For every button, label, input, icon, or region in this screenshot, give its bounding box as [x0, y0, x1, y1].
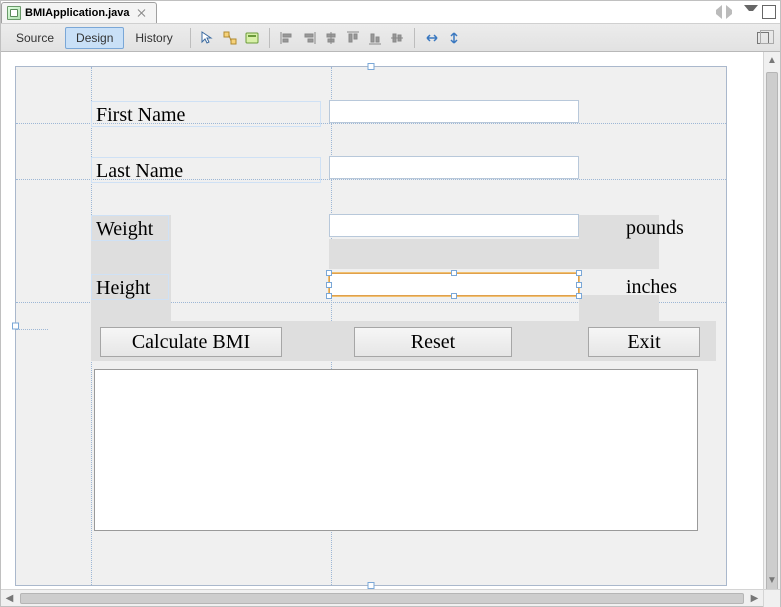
calculate-bmi-button[interactable]: Calculate BMI	[100, 327, 282, 357]
design-toolbar: Source Design History	[1, 23, 780, 52]
tab-prev-icon[interactable]	[708, 5, 722, 19]
selection-handle-icon[interactable]	[576, 282, 582, 288]
row-highlight	[329, 239, 579, 269]
first-name-label: First Name	[91, 101, 321, 127]
last-name-input[interactable]	[329, 156, 579, 179]
tabbar-nav	[708, 1, 780, 22]
scroll-down-icon[interactable]: ▼	[764, 572, 780, 589]
scrollbar-thumb[interactable]	[766, 72, 778, 592]
selection-handle-icon[interactable]	[326, 293, 332, 299]
height-unit-label: inches	[626, 274, 677, 300]
selection-handle-icon[interactable]	[576, 270, 582, 276]
scrollbar-corner	[763, 590, 780, 607]
guide-horizontal	[16, 329, 48, 330]
resize-horizontal-icon[interactable]	[422, 28, 442, 48]
selection-handle-icon[interactable]	[451, 293, 457, 299]
selection-handle-icon[interactable]	[326, 282, 332, 288]
panel-resize-handle-icon[interactable]	[368, 63, 375, 70]
reset-button[interactable]: Reset	[354, 327, 512, 357]
toolbar-separator	[414, 28, 415, 48]
panel-resize-handle-icon[interactable]	[368, 582, 375, 589]
align-top-icon[interactable]	[343, 28, 363, 48]
selection-mode-icon[interactable]	[198, 28, 218, 48]
vertical-scrollbar[interactable]: ▲ ▼	[763, 52, 780, 589]
toolbar-overflow-icon[interactable]	[753, 28, 773, 48]
exit-button[interactable]: Exit	[588, 327, 700, 357]
file-tab[interactable]: BMIApplication.java	[1, 2, 157, 23]
scroll-right-icon[interactable]: ▶	[746, 590, 763, 607]
height-input[interactable]	[329, 273, 579, 296]
view-history-tab[interactable]: History	[124, 27, 183, 49]
weight-unit-label: pounds	[626, 215, 684, 241]
panel-resize-handle-icon[interactable]	[12, 323, 19, 330]
scroll-up-icon[interactable]: ▲	[764, 52, 780, 69]
align-center-v-icon[interactable]	[387, 28, 407, 48]
editor-tabbar: BMIApplication.java	[1, 1, 780, 23]
align-left-icon[interactable]	[277, 28, 297, 48]
toolbar-separator	[269, 28, 270, 48]
weight-input[interactable]	[329, 214, 579, 237]
horizontal-scrollbar[interactable]: ◀ ▶	[1, 589, 780, 606]
output-textarea[interactable]	[94, 369, 698, 531]
file-tab-label: BMIApplication.java	[25, 7, 130, 19]
selection-handle-icon[interactable]	[451, 270, 457, 276]
scroll-left-icon[interactable]: ◀	[1, 590, 18, 607]
preview-design-icon[interactable]	[242, 28, 262, 48]
tab-next-icon[interactable]	[726, 5, 740, 19]
row-highlight	[171, 215, 329, 269]
jframe-panel[interactable]: First Name Last Name Weight pounds Heigh…	[15, 66, 727, 586]
weight-label: Weight	[91, 215, 169, 241]
tab-menu-icon[interactable]	[744, 5, 758, 19]
toolbar-separator	[190, 28, 191, 48]
selection-handle-icon[interactable]	[576, 293, 582, 299]
resize-vertical-icon[interactable]	[444, 28, 464, 48]
maximize-editor-icon[interactable]	[762, 5, 776, 19]
ide-window: BMIApplication.java Source Design Histor…	[0, 0, 781, 607]
first-name-input[interactable]	[329, 100, 579, 123]
align-center-h-icon[interactable]	[321, 28, 341, 48]
view-design-tab[interactable]: Design	[65, 27, 124, 49]
design-canvas[interactable]: First Name Last Name Weight pounds Heigh…	[1, 52, 763, 589]
height-label: Height	[91, 274, 169, 300]
last-name-label: Last Name	[91, 157, 321, 183]
java-file-icon	[7, 6, 21, 20]
view-source-tab[interactable]: Source	[5, 27, 65, 49]
align-bottom-icon[interactable]	[365, 28, 385, 48]
design-editor: First Name Last Name Weight pounds Heigh…	[1, 52, 780, 589]
selection-handle-icon[interactable]	[326, 270, 332, 276]
scrollbar-thumb[interactable]	[20, 593, 744, 604]
align-right-icon[interactable]	[299, 28, 319, 48]
connection-mode-icon[interactable]	[220, 28, 240, 48]
close-tab-icon[interactable]	[136, 7, 148, 19]
